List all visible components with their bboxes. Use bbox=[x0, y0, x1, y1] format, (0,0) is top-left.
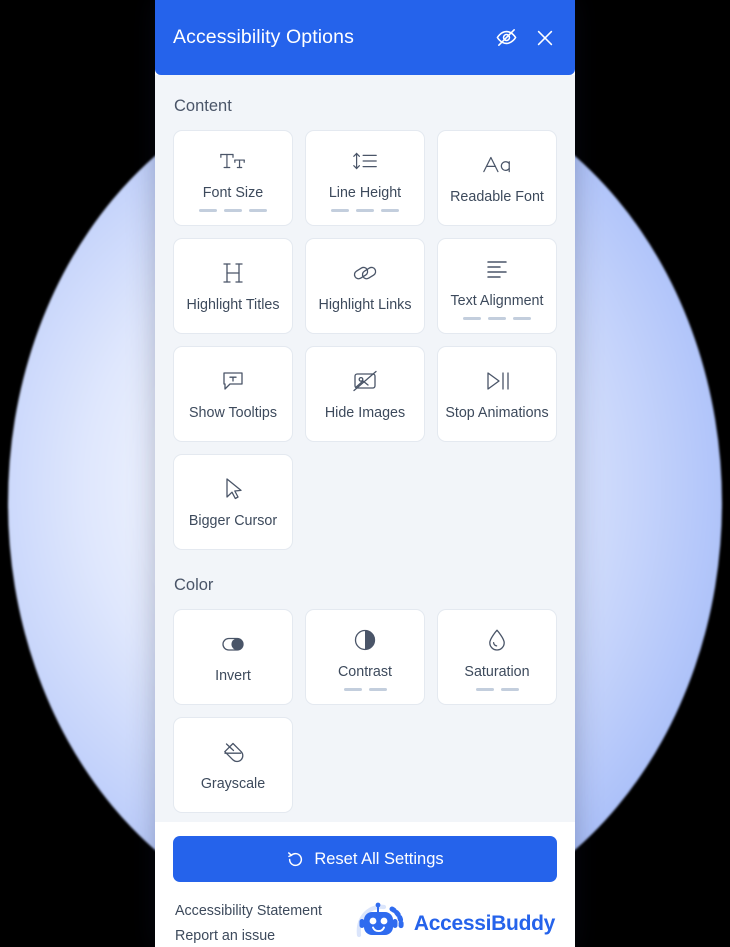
cursor-icon bbox=[221, 474, 245, 504]
tile-saturation[interactable]: Saturation bbox=[437, 609, 557, 705]
tile-contrast[interactable]: Contrast bbox=[305, 609, 425, 705]
tile-label: Readable Font bbox=[450, 189, 544, 206]
tile-invert[interactable]: Invert bbox=[173, 609, 293, 705]
tile-readable-font[interactable]: Readable Font bbox=[437, 130, 557, 226]
section-color: Color Invert Contrast Saturation Graysca… bbox=[173, 576, 557, 813]
eye-off-icon[interactable] bbox=[493, 25, 519, 51]
tile-label: Stop Animations bbox=[445, 405, 549, 422]
content-tile-grid: Font Size Line Height Readable Font High… bbox=[173, 130, 557, 550]
tile-stop-animations[interactable]: Stop Animations bbox=[437, 346, 557, 442]
tile-hide-images[interactable]: Hide Images bbox=[305, 346, 425, 442]
tile-label: Font Size bbox=[202, 184, 264, 201]
panel-header: Accessibility Options bbox=[155, 0, 575, 75]
brand-logo[interactable]: AccessiBuddy bbox=[351, 900, 555, 947]
grid-spacer bbox=[305, 454, 425, 550]
section-title-color: Color bbox=[174, 576, 214, 594]
saturation-icon bbox=[485, 625, 509, 655]
tile-label: Saturation bbox=[464, 663, 530, 680]
tooltip-icon bbox=[220, 366, 246, 396]
tile-font-size[interactable]: Font Size bbox=[173, 130, 293, 226]
grid-spacer bbox=[305, 717, 425, 813]
report-issue-link[interactable]: Report an issue bbox=[175, 928, 322, 944]
brand-name: AccessiBuddy bbox=[413, 911, 555, 935]
grayscale-icon bbox=[219, 737, 247, 767]
reset-all-settings-button[interactable]: Reset All Settings bbox=[173, 836, 557, 882]
tile-steps[interactable] bbox=[331, 209, 399, 212]
footer-row: Accessibility Statement Report an issue bbox=[173, 882, 557, 947]
reset-arrow-icon bbox=[286, 850, 305, 869]
robot-mascot-logo bbox=[351, 900, 409, 947]
tile-bigger-cursor[interactable]: Bigger Cursor bbox=[173, 454, 293, 550]
section-title-content: Content bbox=[174, 97, 232, 115]
tile-label: Bigger Cursor bbox=[188, 513, 278, 530]
font-size-icon bbox=[219, 146, 247, 176]
color-tile-grid: Invert Contrast Saturation Grayscale bbox=[173, 609, 557, 813]
hide-images-icon bbox=[351, 366, 379, 396]
accessibility-statement-link[interactable]: Accessibility Statement bbox=[175, 903, 322, 919]
highlight-links-icon bbox=[351, 258, 379, 288]
close-icon[interactable] bbox=[532, 25, 558, 51]
tile-label: Invert bbox=[215, 668, 251, 685]
screen: Accessibility Options Content Font Size … bbox=[0, 0, 730, 947]
highlight-titles-icon bbox=[220, 258, 246, 288]
invert-toggle-icon bbox=[218, 629, 248, 659]
tile-line-height[interactable]: Line Height bbox=[305, 130, 425, 226]
line-height-icon bbox=[351, 146, 379, 176]
tile-grayscale[interactable]: Grayscale bbox=[173, 717, 293, 813]
panel-footer: Reset All Settings Accessibility Stateme… bbox=[155, 822, 575, 947]
panel-body: Content Font Size Line Height Readable F… bbox=[155, 75, 575, 822]
section-content: Content Font Size Line Height Readable F… bbox=[173, 97, 557, 550]
tile-steps[interactable] bbox=[343, 688, 387, 691]
tile-label: Highlight Links bbox=[318, 297, 412, 314]
reset-button-label: Reset All Settings bbox=[314, 849, 444, 868]
contrast-icon bbox=[352, 625, 378, 655]
tile-label: Contrast bbox=[337, 663, 393, 680]
grid-spacer bbox=[437, 717, 557, 813]
readable-font-icon bbox=[481, 150, 513, 180]
tile-show-tooltips[interactable]: Show Tooltips bbox=[173, 346, 293, 442]
tile-label: Highlight Titles bbox=[186, 297, 280, 314]
accessibility-panel: Accessibility Options Content Font Size … bbox=[155, 0, 575, 947]
tile-label: Text Alignment bbox=[450, 292, 544, 309]
tile-highlight-titles[interactable]: Highlight Titles bbox=[173, 238, 293, 334]
tile-steps[interactable] bbox=[463, 317, 531, 320]
tile-label: Show Tooltips bbox=[189, 405, 277, 422]
tile-steps[interactable] bbox=[199, 209, 267, 212]
tile-label: Hide Images bbox=[324, 405, 406, 422]
grid-spacer bbox=[437, 454, 557, 550]
header-actions bbox=[493, 25, 558, 51]
stop-animations-icon bbox=[483, 366, 511, 396]
tile-text-alignment[interactable]: Text Alignment bbox=[437, 238, 557, 334]
text-alignment-icon bbox=[484, 254, 510, 284]
tile-label: Line Height bbox=[328, 184, 402, 201]
page-title: Accessibility Options bbox=[173, 26, 354, 48]
tile-label: Grayscale bbox=[200, 776, 266, 793]
footer-links: Accessibility Statement Report an issue bbox=[175, 903, 322, 944]
tile-steps[interactable] bbox=[475, 688, 519, 691]
tile-highlight-links[interactable]: Highlight Links bbox=[305, 238, 425, 334]
